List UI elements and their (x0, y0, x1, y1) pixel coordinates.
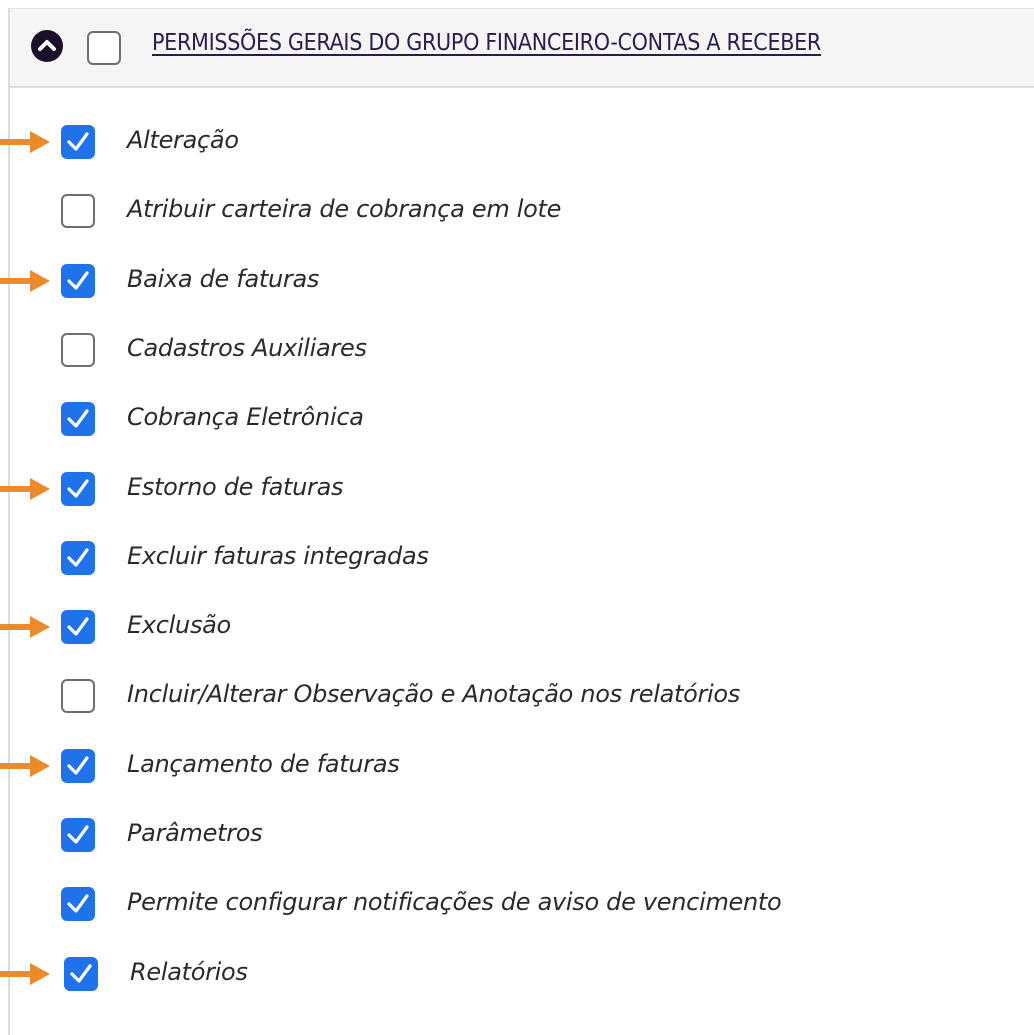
permission-label: Incluir/Alterar Observação e Anotação no… (127, 680, 740, 708)
panel-left-border (8, 8, 10, 1035)
select-all-checkbox[interactable] (87, 31, 121, 65)
checkmark-icon (67, 894, 89, 913)
permission-checkbox[interactable] (61, 264, 95, 298)
permission-label: Lançamento de faturas (127, 750, 400, 778)
checkmark-icon (70, 964, 92, 983)
orange-arrow-icon (0, 613, 52, 641)
orange-arrow-icon (0, 128, 52, 156)
chevron-up-icon (38, 40, 56, 51)
permission-checkbox[interactable] (61, 472, 95, 506)
permission-label: Excluir faturas integradas (127, 542, 429, 570)
orange-arrow-icon (0, 267, 52, 295)
permission-checkbox[interactable] (61, 333, 95, 367)
checkmark-icon (67, 409, 89, 428)
checkmark-icon (67, 756, 89, 775)
permission-checkbox[interactable] (61, 749, 95, 783)
permission-checkbox[interactable] (61, 194, 95, 228)
permission-label: Estorno de faturas (127, 473, 344, 501)
checkmark-icon (67, 132, 89, 151)
permission-label: Relatórios (130, 958, 248, 986)
permission-checkbox[interactable] (61, 402, 95, 436)
permission-label: Cobrança Eletrônica (127, 403, 364, 431)
permission-label: Permite configurar notificações de aviso… (127, 888, 782, 916)
checkmark-icon (67, 479, 89, 498)
permission-label: Parâmetros (127, 819, 263, 847)
permission-label: Cadastros Auxiliares (127, 334, 367, 362)
permission-checkbox[interactable] (61, 125, 95, 159)
checkmark-icon (67, 548, 89, 567)
permission-checkbox[interactable] (64, 957, 98, 991)
permission-label: Alteração (127, 126, 239, 154)
permission-checkbox[interactable] (61, 679, 95, 713)
permission-label: Baixa de faturas (127, 265, 320, 293)
collapse-toggle-button[interactable] (31, 30, 63, 62)
permission-checkbox[interactable] (61, 818, 95, 852)
checkmark-icon (67, 825, 89, 844)
permission-label: Atribuir carteira de cobrança em lote (127, 195, 562, 223)
permission-checkbox[interactable] (61, 610, 95, 644)
permissions-panel: PERMISSÕES GERAIS DO GRUPO FINANCEIRO-CO… (0, 0, 1034, 1035)
permission-checkbox[interactable] (61, 541, 95, 575)
permission-label: Exclusão (127, 611, 231, 639)
checkmark-icon (67, 617, 89, 636)
orange-arrow-icon (0, 960, 52, 988)
checkmark-icon (67, 271, 89, 290)
orange-arrow-icon (0, 475, 52, 503)
permission-checkbox[interactable] (61, 887, 95, 921)
orange-arrow-icon (0, 752, 52, 780)
group-title-link[interactable]: PERMISSÕES GERAIS DO GRUPO FINANCEIRO-CO… (152, 30, 821, 56)
